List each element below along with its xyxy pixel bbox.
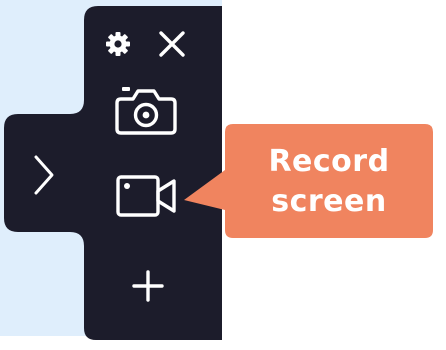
settings-button[interactable] [102, 28, 134, 60]
screen-recorder-stage: Record screen [0, 0, 446, 350]
screenshot-button[interactable] [110, 84, 182, 140]
close-icon [159, 31, 185, 57]
plus-icon [132, 270, 164, 302]
add-button[interactable] [124, 262, 172, 310]
record-screen-button[interactable] [110, 168, 182, 224]
gear-icon [106, 32, 130, 56]
tooltip-line-2: screen [271, 184, 387, 219]
tooltip-text: Record screen [225, 134, 433, 230]
camera-icon [115, 87, 177, 135]
expand-panel-button[interactable] [22, 144, 66, 206]
chevron-right-icon [34, 155, 54, 195]
video-camera-icon [116, 175, 176, 217]
close-button[interactable] [154, 26, 190, 62]
tooltip-line-1: Record [268, 144, 390, 179]
